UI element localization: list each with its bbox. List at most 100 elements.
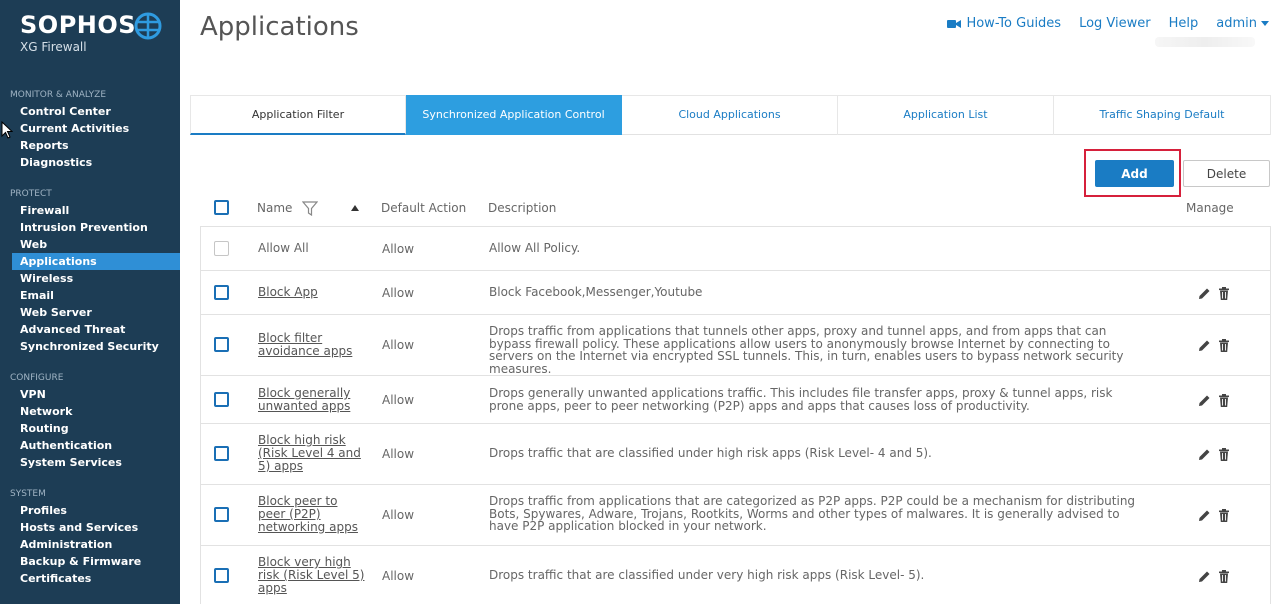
row-description: Drops traffic that are classified under … [489, 568, 925, 582]
sidebar-item-backup-firmware[interactable]: Backup & Firmware [0, 553, 180, 570]
sidebar-item-advanced-threat[interactable]: Advanced Threat [0, 321, 180, 338]
filter-icon[interactable] [302, 201, 318, 216]
table-row: Block high risk (Risk Level 4 and 5) app… [200, 424, 1271, 485]
row-default-action: Allow [382, 569, 415, 583]
table-row: Allow All Allow Allow All Policy. [200, 226, 1271, 271]
tab-synchronized-application-control[interactable]: Synchronized Application Control [406, 95, 622, 135]
edit-pencil-icon[interactable] [1198, 509, 1211, 522]
how-to-guides-link[interactable]: How-To Guides [947, 16, 1061, 31]
product-name: XG Firewall [20, 40, 87, 54]
row-name-link[interactable]: Block very high risk (Risk Level 5) apps [258, 556, 368, 595]
trash-icon[interactable] [1218, 394, 1230, 407]
table-body: Allow All Allow Allow All Policy. Block … [200, 226, 1271, 604]
tab-application-filter[interactable]: Application Filter [190, 95, 406, 135]
admin-menu[interactable]: admin [1216, 16, 1269, 31]
nav-heading: PROTECT [10, 189, 52, 199]
edit-pencil-icon[interactable] [1198, 570, 1211, 583]
row-default-action: Allow [382, 286, 415, 300]
sidebar-item-network[interactable]: Network [0, 403, 180, 420]
row-default-action: Allow [382, 242, 415, 256]
sidebar-item-firewall[interactable]: Firewall [0, 202, 180, 219]
edit-pencil-icon[interactable] [1198, 448, 1211, 461]
row-default-action: Allow [382, 508, 415, 522]
log-viewer-link[interactable]: Log Viewer [1079, 16, 1151, 31]
row-manage [1198, 287, 1230, 300]
row-description: Block Facebook,Messenger,Youtube [489, 285, 703, 299]
row-checkbox[interactable] [214, 285, 229, 300]
trash-icon[interactable] [1218, 570, 1230, 583]
trash-icon[interactable] [1218, 509, 1230, 522]
table-row: Block very high risk (Risk Level 5) apps… [200, 546, 1271, 604]
row-name-link[interactable]: Block peer to peer (P2P) networking apps [258, 495, 368, 534]
sophos-logo[interactable]: SOPHOS XG Firewall [20, 10, 136, 54]
row-description: Drops traffic from applications that are… [489, 494, 1136, 533]
redacted-area [1155, 37, 1255, 47]
row-name-link[interactable]: Block generally unwanted apps [258, 387, 368, 413]
table-row: Block peer to peer (P2P) networking apps… [200, 485, 1271, 546]
row-name-link[interactable]: Block high risk (Risk Level 4 and 5) app… [258, 434, 368, 473]
sidebar-item-current-activities[interactable]: Current Activities [0, 120, 180, 137]
sidebar-item-email[interactable]: Email [0, 287, 180, 304]
table-row: Block App Allow Block Facebook,Messenger… [200, 271, 1271, 315]
row-checkbox[interactable] [214, 568, 229, 583]
edit-pencil-icon[interactable] [1198, 287, 1211, 300]
nav-heading: SYSTEM [10, 489, 46, 499]
add-button[interactable]: Add [1095, 160, 1174, 187]
row-checkbox[interactable] [214, 507, 229, 522]
sidebar-item-wireless[interactable]: Wireless [0, 270, 180, 287]
globe-icon [134, 12, 162, 40]
nav-heading: MONITOR & ANALYZE [10, 90, 107, 100]
nav-heading: CONFIGURE [10, 373, 64, 383]
sidebar-item-system-services[interactable]: System Services [0, 454, 180, 471]
page-title: Applications [200, 12, 359, 42]
tab-bar: Application Filter Synchronized Applicat… [190, 95, 1271, 135]
column-manage-header: Manage [1186, 201, 1234, 215]
sidebar-item-vpn[interactable]: VPN [0, 386, 180, 403]
sidebar-item-applications[interactable]: Applications [12, 253, 180, 270]
delete-button[interactable]: Delete [1183, 160, 1270, 187]
column-description-header: Description [488, 201, 557, 215]
sidebar-item-certificates[interactable]: Certificates [0, 570, 180, 587]
row-checkbox [214, 241, 229, 256]
sidebar-item-web-server[interactable]: Web Server [0, 304, 180, 321]
video-camera-icon [947, 19, 962, 28]
nav-section-configure: CONFIGURE VPN Network Routing Authentica… [0, 370, 180, 471]
tab-cloud-applications[interactable]: Cloud Applications [622, 95, 838, 135]
trash-icon[interactable] [1218, 448, 1230, 461]
column-name-header[interactable]: Name [257, 201, 292, 215]
sort-ascending-icon[interactable] [351, 205, 359, 211]
sidebar-item-routing[interactable]: Routing [0, 420, 180, 437]
sidebar-item-reports[interactable]: Reports [0, 137, 180, 154]
sidebar-item-authentication[interactable]: Authentication [0, 437, 180, 454]
trash-icon[interactable] [1218, 339, 1230, 352]
row-checkbox[interactable] [214, 446, 229, 461]
sidebar-item-web[interactable]: Web [0, 236, 180, 253]
row-checkbox[interactable] [214, 392, 229, 407]
tab-application-list[interactable]: Application List [838, 95, 1054, 135]
edit-pencil-icon[interactable] [1198, 394, 1211, 407]
sidebar-item-control-center[interactable]: Control Center [0, 103, 180, 120]
row-name-link[interactable]: Block filter avoidance apps [258, 332, 368, 358]
sidebar-item-synchronized-security[interactable]: Synchronized Security [0, 338, 180, 355]
sidebar-item-diagnostics[interactable]: Diagnostics [0, 154, 180, 171]
help-link[interactable]: Help [1169, 16, 1199, 31]
sidebar-item-administration[interactable]: Administration [0, 536, 180, 553]
row-name: Allow All [258, 241, 309, 255]
logo-text: SOPHOS [20, 11, 137, 39]
select-all-checkbox[interactable] [214, 200, 229, 215]
row-default-action: Allow [382, 447, 415, 461]
row-checkbox[interactable] [214, 337, 229, 352]
sidebar-item-hosts-and-services[interactable]: Hosts and Services [0, 519, 180, 536]
sidebar-item-profiles[interactable]: Profiles [0, 502, 180, 519]
sidebar-item-intrusion-prevention[interactable]: Intrusion Prevention [0, 219, 180, 236]
tab-traffic-shaping-default[interactable]: Traffic Shaping Default [1054, 95, 1271, 135]
row-description: Drops traffic that are classified under … [489, 446, 932, 460]
trash-icon[interactable] [1218, 287, 1230, 300]
row-manage [1198, 339, 1230, 352]
row-name-link[interactable]: Block App [258, 286, 368, 299]
edit-pencil-icon[interactable] [1198, 339, 1211, 352]
row-manage [1198, 509, 1230, 522]
row-description: Drops generally unwanted applications tr… [489, 386, 1113, 413]
how-to-guides-label: How-To Guides [966, 16, 1062, 31]
row-manage [1198, 570, 1230, 583]
